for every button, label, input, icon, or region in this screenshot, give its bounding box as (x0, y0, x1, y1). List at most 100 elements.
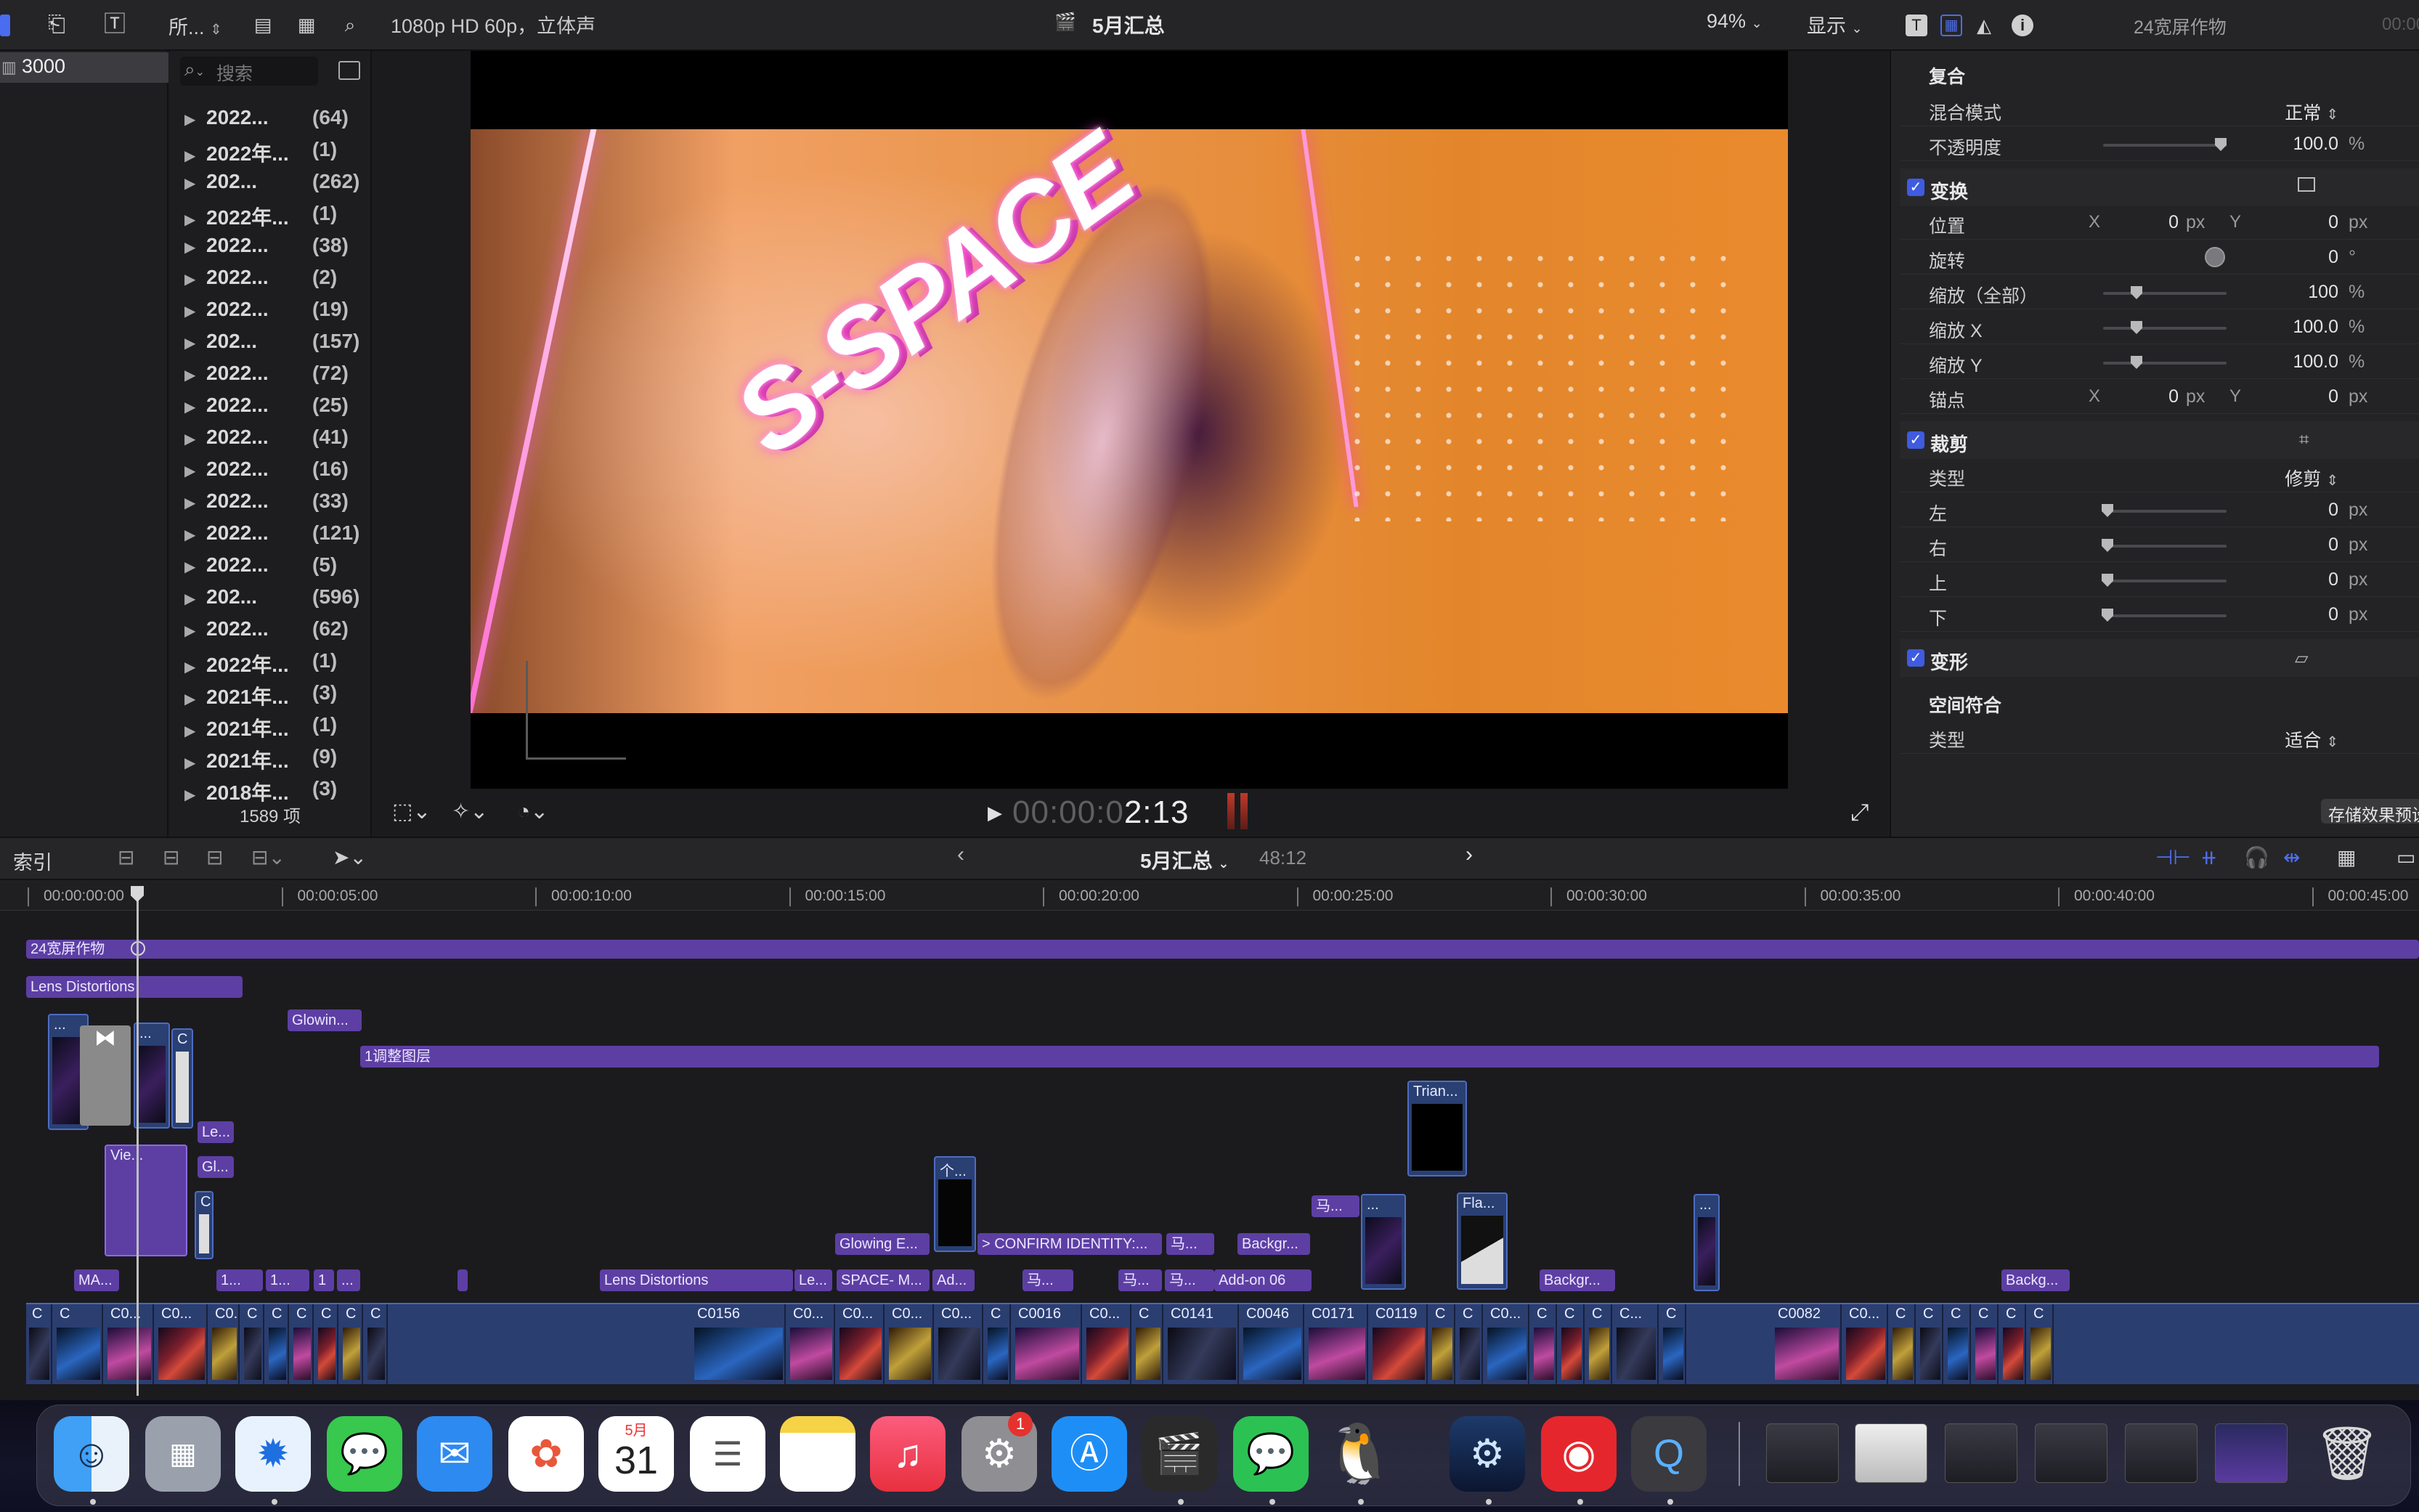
timeline-bar-glowing-e[interactable]: Glowing E... (835, 1233, 930, 1255)
minimized-window-thumbnail[interactable] (1766, 1423, 1839, 1483)
storyline-clip[interactable]: C (1974, 1304, 1999, 1384)
rotation-value[interactable]: 0 (2259, 247, 2338, 268)
timeline-bar-confirm-identity[interactable]: > CONFIRM IDENTITY:... (977, 1233, 1162, 1255)
select-tool-icon[interactable]: ➤⌄ (333, 845, 367, 869)
crop-type-popup[interactable]: 修剪 ⇕ (2259, 465, 2338, 491)
solo-headphones-icon[interactable]: 🎧 (2244, 845, 2269, 869)
minimized-window-thumbnail[interactable] (1855, 1423, 1927, 1483)
minimized-window-thumbnail[interactable] (2215, 1423, 2288, 1483)
timeline-project-popup[interactable]: 5月汇总 ⌄ (1140, 845, 1229, 874)
timeline-bar-ma[interactable]: MA... (74, 1269, 119, 1291)
connect-clip-icon[interactable]: ⊟ (118, 845, 134, 869)
clip-appearance-icon[interactable]: ▦ (2337, 845, 2356, 869)
transform-checkbox[interactable]: ✓ (1907, 179, 1924, 196)
storyline-clip[interactable]: C0... (838, 1304, 885, 1384)
disclosure-triangle-icon[interactable]: ▶ (184, 754, 198, 772)
storyline-clip[interactable]: C (1946, 1304, 1971, 1384)
transform-onscreen-icon[interactable] (2298, 177, 2315, 192)
timeline-bar-space-m[interactable]: SPACE- M... (837, 1269, 930, 1291)
blend-mode-popup[interactable]: 正常 ⇕ (2259, 99, 2338, 125)
storyline-clip[interactable]: C (2029, 1304, 2054, 1384)
disclosure-triangle-icon[interactable]: ▶ (184, 526, 198, 544)
storyline-clip[interactable]: C0119 (1371, 1304, 1428, 1384)
playhead[interactable] (137, 887, 139, 1396)
transition-bowtie-icon[interactable]: ⧓ (80, 1025, 131, 1126)
crop-right-slider[interactable] (2103, 545, 2227, 548)
info-inspector-icon[interactable]: i (2012, 15, 2033, 36)
timecode-display[interactable]: 00:00:02:13 (1012, 794, 1189, 831)
crop-onscreen-icon[interactable]: ⌗ (2299, 430, 2309, 450)
trash-icon[interactable]: 🗑 (2309, 1416, 2385, 1492)
crop-left-value[interactable]: 0 (2259, 500, 2338, 521)
event-row[interactable]: ▶ 2022... (2) (184, 266, 366, 298)
disclosure-triangle-icon[interactable]: ▶ (184, 110, 198, 129)
photos-icon[interactable]: ✿ (508, 1416, 584, 1492)
storyline-clip[interactable]: C0... (1486, 1304, 1529, 1384)
storyline-clip[interactable]: C (267, 1304, 289, 1384)
event-row[interactable]: ▶ 2022... (64) (184, 106, 366, 138)
disclosure-triangle-icon[interactable]: ▶ (184, 722, 198, 740)
storyline-clip[interactable]: C0... (1085, 1304, 1131, 1384)
timeline-bar-ma-2[interactable]: 马... (1166, 1233, 1214, 1255)
event-row[interactable]: ▶ 2022... (19) (184, 298, 366, 330)
storyline-clip[interactable]: C0... (211, 1304, 240, 1384)
timeline-bar-lens-distortions[interactable]: Lens Distortions (26, 976, 243, 998)
skimming-icon[interactable]: ⊣⊢ (2155, 845, 2191, 869)
event-row[interactable]: ▶ 2022... (38) (184, 234, 366, 266)
event-row[interactable]: ▶ 2022... (33) (184, 489, 366, 521)
timeline-bar-adjustment-layer[interactable]: 1调整图层 (360, 1046, 2379, 1068)
storyline-clip[interactable]: C (986, 1304, 1011, 1384)
finder-icon[interactable]: ☺ (54, 1416, 129, 1492)
music-icon[interactable]: ♫ (870, 1416, 946, 1492)
disclosure-triangle-icon[interactable]: ▶ (184, 462, 198, 480)
display-popup[interactable]: 显示 ⌄ (1807, 10, 1863, 38)
timeline-bar-lens-distortions-2[interactable]: Lens Distortions (600, 1269, 793, 1291)
timeline-bar-crop[interactable]: 24宽屏作物 (26, 940, 2419, 959)
crop-left-slider[interactable] (2103, 510, 2227, 513)
storyline-clip[interactable]: C0... (789, 1304, 835, 1384)
crop-checkbox[interactable]: ✓ (1907, 431, 1924, 449)
safari-icon[interactable]: ✹ (235, 1416, 311, 1492)
connected-clip[interactable]: C (171, 1028, 193, 1129)
storyline-clip[interactable]: C (55, 1304, 103, 1384)
timeline-bar-backgr[interactable]: Backgr... (1237, 1233, 1310, 1255)
scale-y-slider[interactable] (2103, 362, 2227, 365)
disclosure-triangle-icon[interactable]: ▶ (184, 270, 198, 288)
event-row[interactable]: ▶ 2022年... (1) (184, 649, 366, 681)
filmstrip-view-icon[interactable]: ▦ (290, 10, 322, 39)
crop-top-slider[interactable] (2103, 580, 2227, 582)
disclosure-triangle-icon[interactable]: ▶ (184, 658, 198, 676)
timeline-bar-dots[interactable]: ... (337, 1269, 360, 1291)
crop-right-value[interactable]: 0 (2259, 535, 2338, 556)
storyline-clip[interactable]: C (28, 1304, 52, 1384)
distort-onscreen-icon[interactable]: ▱ (2295, 648, 2308, 669)
timeline-bar-addon-06[interactable]: Add-on 06 (1214, 1269, 1312, 1291)
timeline-bar-one-a[interactable]: 1... (216, 1269, 263, 1291)
disclosure-triangle-icon[interactable]: ▶ (184, 622, 198, 640)
index-button[interactable]: 索引 (13, 847, 52, 875)
disclosure-triangle-icon[interactable]: ▶ (184, 334, 198, 352)
crop-top-value[interactable]: 0 (2259, 569, 2338, 590)
event-row[interactable]: ▶ 2022... (41) (184, 426, 366, 458)
disclosure-triangle-icon[interactable]: ▶ (184, 590, 198, 608)
event-row[interactable]: ▶ 2022... (5) (184, 553, 366, 585)
event-row[interactable]: ▶ 2022... (25) (184, 394, 366, 426)
snapping-icon[interactable]: ⇹ (2283, 845, 2300, 869)
event-row[interactable]: ▶ 202... (262) (184, 170, 366, 202)
transform-tool-icon[interactable]: ⬚⌄ (392, 799, 431, 824)
timeline-bar-ma-5[interactable]: 马... (1118, 1269, 1162, 1291)
storyline-clip[interactable]: C0... (106, 1304, 154, 1384)
storyline-clip[interactable]: C (1560, 1304, 1585, 1384)
event-row[interactable]: ▶ 202... (596) (184, 585, 366, 617)
scale-y-value[interactable]: 100.0 (2259, 351, 2338, 373)
disclosure-triangle-icon[interactable]: ▶ (184, 558, 198, 576)
storyline-clip[interactable]: C0171 (1307, 1304, 1368, 1384)
storyline-clip[interactable]: C... (1615, 1304, 1659, 1384)
storyline-clip[interactable]: C (366, 1304, 388, 1384)
append-clip-icon[interactable]: ⊟ (206, 845, 223, 869)
scale-all-value[interactable]: 100 (2259, 282, 2338, 303)
launchpad-icon[interactable]: ▦ (145, 1416, 221, 1492)
reminders-icon[interactable]: ☰ (690, 1416, 765, 1492)
storyline-clip[interactable]: C0... (887, 1304, 934, 1384)
save-effects-preset-button[interactable]: 存储效果预设 (2321, 799, 2419, 824)
